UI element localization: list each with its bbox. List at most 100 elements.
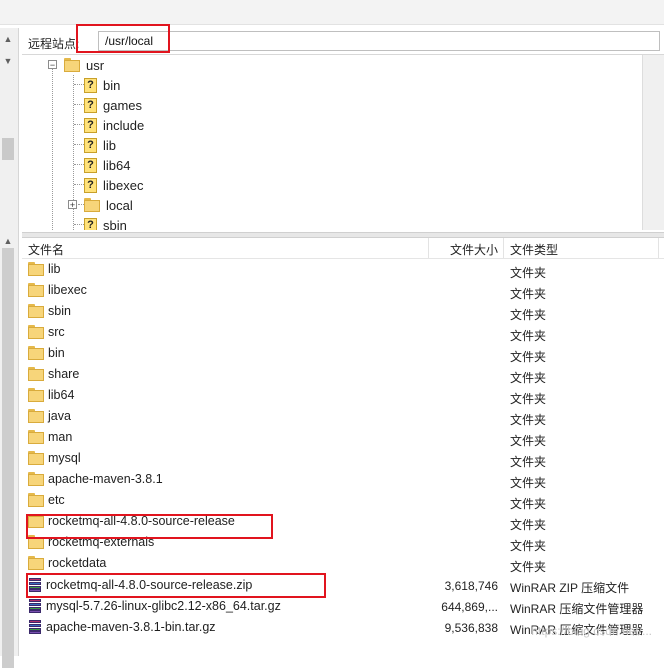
top-toolbar-strip	[0, 0, 664, 25]
collapse-toggle-icon[interactable]: −	[48, 60, 57, 70]
tree-node-label: games	[103, 97, 143, 113]
file-type: 文件夹	[510, 392, 547, 406]
file-name: apache-maven-3.8.1	[48, 472, 163, 486]
folder-icon	[28, 304, 44, 318]
scroll-up-arrow-icon[interactable]: ▲	[2, 34, 14, 44]
table-row[interactable]: src 文件夹	[22, 323, 664, 344]
file-name-cell: sbin	[28, 304, 71, 318]
file-type: 文件夹	[510, 560, 547, 574]
tree-node-label: bin	[103, 77, 121, 93]
folder-icon	[28, 472, 44, 486]
folder-icon	[64, 58, 80, 72]
file-type: 文件夹	[510, 350, 547, 364]
tree-node-usr[interactable]: usr	[64, 56, 104, 74]
file-name: mysql-5.7.26-linux-glibc2.12-x86_64.tar.…	[46, 598, 281, 613]
file-name: src	[48, 325, 65, 339]
table-row[interactable]: sbin 文件夹	[22, 302, 664, 323]
folder-icon	[28, 325, 44, 339]
tree-node-label: local	[106, 197, 133, 213]
expand-toggle-icon[interactable]: +	[68, 200, 77, 210]
scroll-down-arrow-icon[interactable]: ▼	[2, 56, 14, 66]
table-row[interactable]: lib 文件夹	[22, 260, 664, 281]
file-type: 文件夹	[510, 413, 547, 427]
tree-node-libexec[interactable]: ? libexec	[84, 176, 143, 194]
unknown-folder-icon: ?	[84, 77, 97, 93]
file-name: etc	[48, 493, 65, 507]
file-size: 9,536,838	[444, 621, 498, 635]
list-header: 文件名 文件大小 文件类型	[22, 238, 664, 259]
file-type: 文件夹	[510, 518, 547, 532]
file-name: bin	[48, 346, 65, 360]
table-row[interactable]: libexec 文件夹	[22, 281, 664, 302]
tree-scrollbar[interactable]	[642, 55, 664, 230]
file-name-cell: apache-maven-3.8.1-bin.tar.gz	[28, 619, 216, 634]
file-name-cell: man	[28, 430, 72, 444]
table-row[interactable]: lib64 文件夹	[22, 386, 664, 407]
remote-path-input[interactable]	[98, 31, 660, 51]
file-name: share	[48, 367, 80, 381]
table-row[interactable]: bin 文件夹	[22, 344, 664, 365]
tree-node-include[interactable]: ? include	[84, 116, 144, 134]
table-row[interactable]: java 文件夹	[22, 407, 664, 428]
folder-icon	[28, 430, 44, 444]
highlight-box	[26, 573, 326, 598]
tree-node-games[interactable]: ? games	[84, 96, 142, 114]
highlight-box	[26, 514, 273, 539]
file-type: 文件夹	[510, 539, 547, 553]
unknown-folder-icon: ?	[84, 177, 97, 193]
file-type: 文件夹	[510, 266, 547, 280]
file-name: mysql	[48, 451, 81, 465]
scroll-up-arrow-icon[interactable]: ▲	[2, 236, 14, 246]
file-name: sbin	[48, 304, 71, 318]
table-row[interactable]: mysql-5.7.26-linux-glibc2.12-x86_64.tar.…	[22, 596, 664, 617]
file-name-cell: lib64	[28, 388, 74, 402]
scroll-thumb[interactable]	[2, 248, 14, 668]
tree-node-sbin[interactable]: ? sbin	[84, 216, 127, 230]
file-type: 文件夹	[510, 476, 547, 490]
folder-icon	[28, 451, 44, 465]
winrar-archive-icon	[28, 619, 42, 634]
file-name-cell: mysql	[28, 451, 81, 465]
folder-icon	[28, 367, 44, 381]
unknown-folder-icon: ?	[84, 157, 97, 173]
table-row[interactable]: mysql 文件夹	[22, 449, 664, 470]
tree-node-label: usr	[86, 57, 105, 73]
file-name-cell: lib	[28, 262, 61, 276]
file-type: 文件夹	[510, 287, 547, 301]
column-header-name[interactable]: 文件名	[28, 241, 64, 258]
tree-node-lib[interactable]: ? lib	[84, 136, 116, 154]
column-header-size[interactable]: 文件大小	[450, 241, 498, 258]
file-type: 文件夹	[510, 497, 547, 511]
file-name: lib	[48, 262, 61, 276]
file-name-cell: bin	[28, 346, 65, 360]
table-row[interactable]: share 文件夹	[22, 365, 664, 386]
unknown-folder-icon: ?	[84, 97, 97, 113]
file-name-cell: mysql-5.7.26-linux-glibc2.12-x86_64.tar.…	[28, 598, 281, 613]
column-header-type[interactable]: 文件类型	[510, 241, 558, 258]
file-name-cell: src	[28, 325, 65, 339]
tree-node-label: libexec	[103, 177, 144, 193]
tree-node-local[interactable]: local	[84, 196, 133, 214]
table-row[interactable]: apache-maven-3.8.1 文件夹	[22, 470, 664, 491]
folder-icon	[28, 262, 44, 276]
file-type: 文件夹	[510, 371, 547, 385]
file-name-cell: etc	[28, 493, 65, 507]
tree-guide-line	[52, 65, 53, 230]
tree-node-label: sbin	[103, 217, 127, 231]
remote-site-label: 远程站点:	[28, 37, 80, 51]
table-row[interactable]: man 文件夹	[22, 428, 664, 449]
tree-node-bin[interactable]: ? bin	[84, 76, 120, 94]
folder-icon	[28, 346, 44, 360]
file-name: lib64	[48, 388, 75, 402]
table-row[interactable]: etc 文件夹	[22, 491, 664, 512]
scroll-thumb[interactable]	[2, 138, 14, 160]
file-name: java	[48, 409, 71, 423]
file-type: 文件夹	[510, 308, 547, 322]
tree-node-lib64[interactable]: ? lib64	[84, 156, 130, 174]
file-name: libexec	[48, 283, 87, 297]
file-type: 文件夹	[510, 434, 547, 448]
file-type: 文件夹	[510, 329, 547, 343]
table-row[interactable]: rocketdata 文件夹	[22, 554, 664, 575]
local-pane-scrollbar[interactable]: ▲ ▼ ▲	[0, 28, 19, 668]
file-name: man	[48, 430, 73, 444]
